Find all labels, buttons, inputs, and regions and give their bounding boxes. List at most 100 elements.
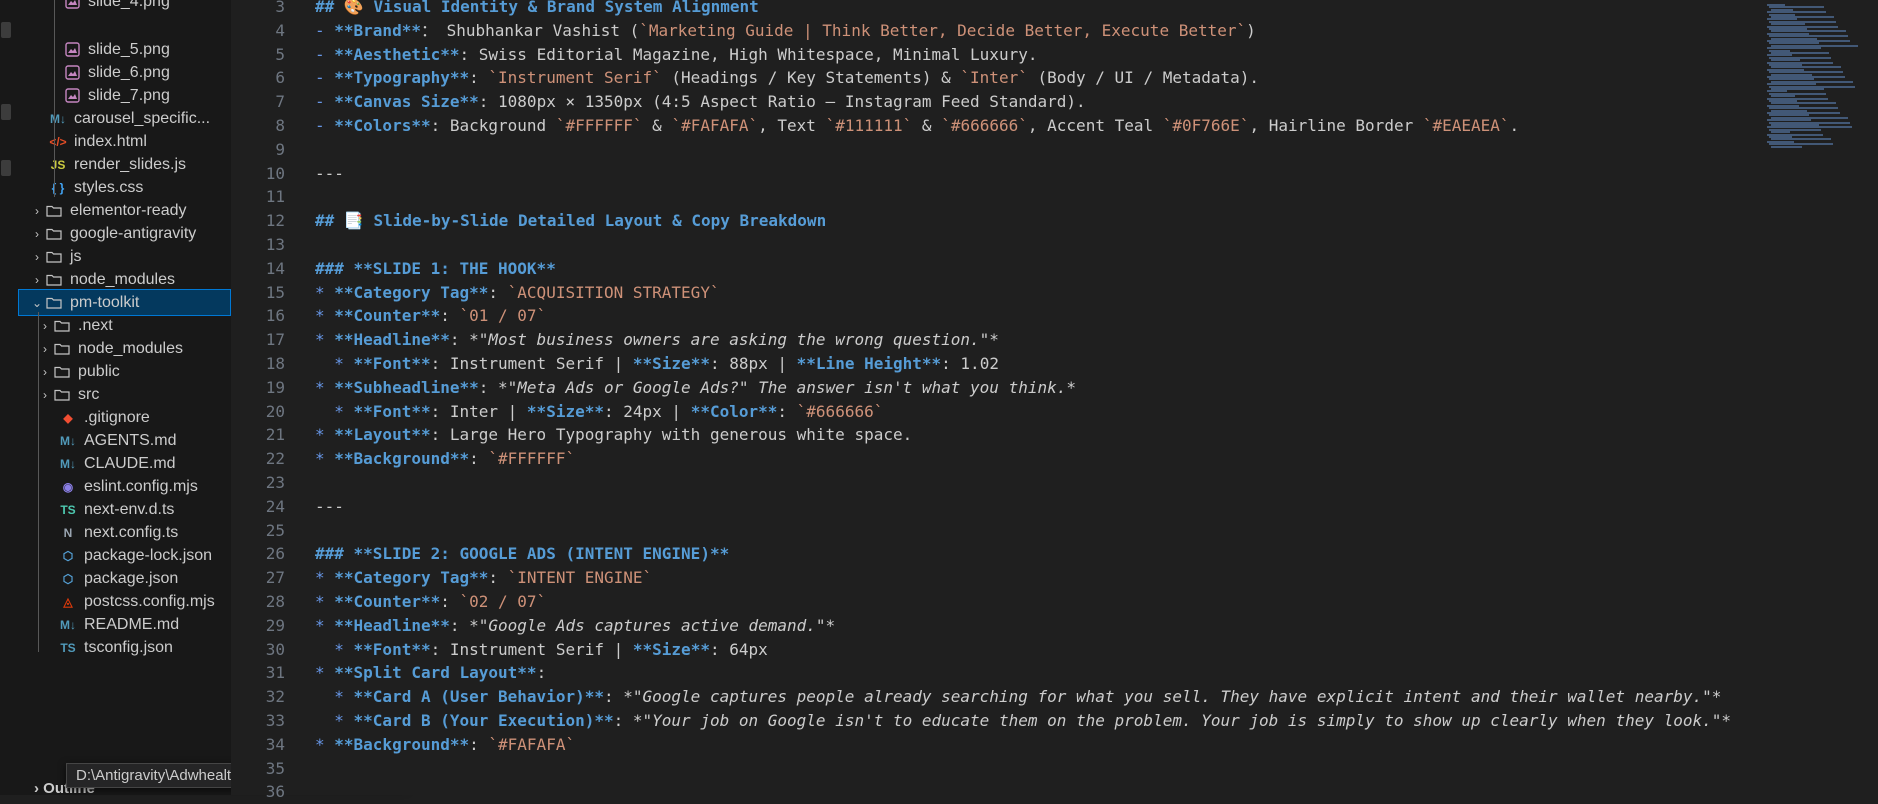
token: * (315, 568, 335, 588)
token: `02 / 07` (459, 592, 547, 611)
chevron-right-icon: › (35, 203, 39, 218)
activity-bar (0, 0, 18, 795)
token: - (315, 68, 335, 88)
line-content: * **Card B (Your Execution)**: *"Your jo… (315, 709, 1731, 733)
token: **Aesthetic** (334, 44, 460, 64)
tree-item-label: google-antigravity (70, 224, 197, 242)
line-content: * **Category Tag**: `ACQUISITION STRATEG… (315, 281, 720, 305)
markdown-icon: M↓ (60, 617, 76, 632)
token: : Large Hero Typography with generous wh… (430, 425, 913, 445)
line-number: 17 (265, 330, 285, 350)
chevron-right-icon: › (43, 387, 47, 402)
token: * (315, 377, 335, 397)
line-number: 19 (265, 377, 285, 397)
tree-item[interactable]: TS tsconfig.json (18, 634, 231, 661)
code-line: 25 (231, 519, 1765, 543)
code-line: 22 * **Background**: `#FFFFFF` (231, 447, 1765, 471)
tree-item-label: next-env.d.ts (84, 500, 175, 518)
image-icon (62, 88, 82, 103)
token: **Colors** (334, 116, 431, 135)
code-line: 5 - **Aesthetic**: Swiss Editorial Magazi… (231, 43, 1765, 67)
token: ### **SLIDE 1: THE HOOK** (315, 258, 556, 278)
code-line: 35 (231, 757, 1765, 781)
token: *"Meta Ads or Google Ads?" The answer is… (498, 377, 1076, 397)
code-line: 28 * **Counter**: `02 / 07` (231, 590, 1765, 614)
token: : (613, 711, 633, 730)
line-number: 10 (265, 163, 285, 183)
token: : Inter | (430, 401, 527, 421)
token: * (315, 330, 335, 350)
line-content: ### **SLIDE 1: THE HOOK** (315, 257, 556, 281)
code-line: 13 (231, 233, 1765, 257)
code-line: 18 * **Font**: Instrument Serif | **Size… (231, 352, 1765, 376)
token: **Size** (632, 354, 710, 373)
indent-guide (38, 312, 39, 652)
token: * (315, 282, 335, 302)
token: : Swiss Editorial Magazine, High Whitesp… (459, 44, 1038, 64)
tree-item-label: package.json (84, 569, 179, 587)
tree-item-label: package-lock.json (84, 546, 213, 564)
folder-icon (52, 342, 72, 355)
token: * (315, 592, 335, 611)
token: `#FAFAFA` (488, 734, 576, 754)
token: : (536, 663, 547, 683)
token: `01 / 07` (459, 306, 547, 326)
folder-icon (44, 250, 64, 263)
code-line: 17 * **Headline**: *"Most business owners… (231, 328, 1765, 352)
code-line: 36 (231, 780, 1765, 804)
line-content: * **Font**: Instrument Serif | **Size**:… (315, 638, 768, 662)
typescript-icon: TS (60, 502, 76, 517)
line-number: 30 (265, 639, 285, 659)
line-content: - **Aesthetic**: Swiss Editorial Magazin… (315, 43, 1037, 67)
token: *"Most business owners are asking the wr… (469, 330, 999, 350)
line-content: * **Background**: `#FAFAFA` (315, 733, 575, 757)
line-content: - **Typography**: `Instrument Serif` (He… (315, 66, 1259, 90)
token: **Counter** (334, 306, 441, 326)
token: * (315, 687, 354, 707)
tree-item-label: public (78, 362, 120, 380)
token: : 1080px × 1350px (4:5 Aspect Ratio — In… (478, 92, 1086, 112)
line-content: * **Layout**: Large Hero Typography with… (315, 423, 912, 447)
token: *"Google Ads captures active demand."* (469, 615, 836, 635)
line-number: 21 (265, 425, 285, 445)
token: `INTENT ENGINE` (507, 568, 653, 588)
tree-item-label: slide_7.png (88, 86, 170, 104)
line-content: * **Font**: Inter | **Size**: 24px | **C… (315, 400, 883, 424)
minimap[interactable] (1765, 0, 1878, 795)
token: : (488, 568, 508, 588)
token: : (469, 734, 489, 754)
tree-item[interactable]: slide_4.png (18, 0, 231, 15)
source-control-activity-icon[interactable] (1, 104, 11, 120)
folder-icon (52, 319, 72, 332)
code-line: 6 - **Typography**: `Instrument Serif` (H… (231, 66, 1765, 90)
token: `#FFFFFF` (488, 449, 576, 469)
token: : Background (430, 116, 556, 135)
explorer-activity-icon[interactable] (1, 22, 11, 38)
code-editor[interactable]: 3 ## 🎨 Visual Identity & Brand System Ali… (231, 0, 1765, 801)
code-line: 32 * **Card A (User Behavior)**: *"Googl… (231, 685, 1765, 709)
token: **Split Card Layout** (334, 663, 537, 683)
code-line: 31 * **Split Card Layout**: (231, 661, 1765, 685)
token: , Text (758, 116, 826, 135)
html-icon: </> (49, 134, 67, 149)
code-line: 20 * **Font**: Inter | **Size**: 24px | … (231, 400, 1765, 424)
line-number: 5 (275, 44, 285, 64)
code-line: 23 (231, 471, 1765, 495)
line-number: 6 (275, 68, 285, 88)
line-content: * **Counter**: `01 / 07` (315, 304, 546, 328)
token: **Background** (334, 449, 470, 469)
line-number: 35 (265, 758, 285, 778)
token: : 64px (709, 639, 768, 659)
chevron-down-icon: ⌄ (31, 295, 43, 310)
token: **Size** (526, 401, 604, 421)
token: `#111111` (825, 116, 913, 135)
token: `#666666` (941, 116, 1028, 135)
extensions-activity-icon[interactable] (1, 160, 11, 176)
postcss-icon: ◬ (63, 594, 73, 609)
line-number: 34 (265, 734, 285, 754)
token: - (315, 92, 335, 112)
line-number: 24 (265, 496, 285, 516)
chevron-right-icon: › (34, 780, 39, 797)
token: & (912, 116, 942, 135)
token: **Font** (353, 354, 431, 373)
